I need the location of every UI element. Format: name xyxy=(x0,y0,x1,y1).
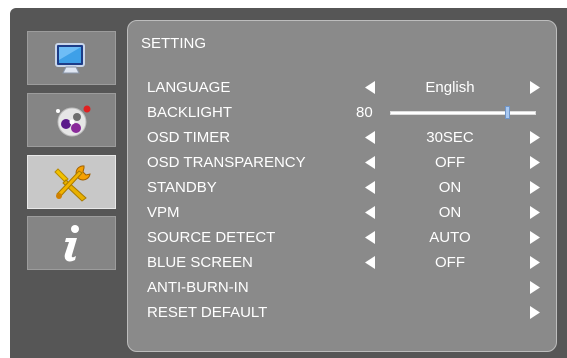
setting-row-standby[interactable]: STANDBY ON xyxy=(128,176,558,198)
arrow-right-icon[interactable] xyxy=(530,81,540,94)
setting-row-osd-timer[interactable]: OSD TIMER 30SEC xyxy=(128,126,558,148)
setting-label: LANGUAGE xyxy=(147,79,231,96)
arrow-left-icon[interactable] xyxy=(365,206,375,219)
arrow-right-icon[interactable] xyxy=(530,181,540,194)
slider-thumb[interactable] xyxy=(505,106,510,119)
osd-sidebar xyxy=(10,8,125,358)
arrow-left-icon[interactable] xyxy=(365,256,375,269)
monitor-icon xyxy=(54,43,85,74)
panel-title: SETTING xyxy=(141,35,207,52)
setting-row-anti-burn-in[interactable]: ANTI-BURN-IN xyxy=(128,276,558,298)
setting-value: English xyxy=(425,79,475,96)
setting-value: AUTO xyxy=(429,229,471,246)
setting-row-source-detect[interactable]: SOURCE DETECT AUTO xyxy=(128,226,558,248)
arrow-right-icon[interactable] xyxy=(530,231,540,244)
arrow-left-icon[interactable] xyxy=(365,81,375,94)
setting-panel: SETTING LANGUAGE English BACKLIGHT 80 OS… xyxy=(127,20,557,352)
arrow-right-icon[interactable] xyxy=(530,281,540,294)
tab-color[interactable] xyxy=(27,93,116,147)
backlight-value: 80 xyxy=(356,104,373,121)
setting-value: ON xyxy=(438,179,462,196)
setting-value: OFF xyxy=(435,254,465,271)
arrow-left-icon[interactable] xyxy=(365,231,375,244)
setting-label: ANTI-BURN-IN xyxy=(147,279,249,296)
slider-track xyxy=(390,111,536,115)
backlight-slider[interactable] xyxy=(390,106,536,119)
tab-picture[interactable] xyxy=(27,31,116,85)
arrow-left-icon[interactable] xyxy=(365,131,375,144)
tab-info[interactable] xyxy=(27,216,116,270)
setting-label: OSD TRANSPARENCY xyxy=(147,154,306,171)
setting-label: SOURCE DETECT xyxy=(147,229,276,246)
arrow-right-icon[interactable] xyxy=(530,156,540,169)
setting-row-reset-default[interactable]: RESET DEFAULT xyxy=(128,301,558,323)
info-icon xyxy=(64,225,79,262)
arrow-right-icon[interactable] xyxy=(530,206,540,219)
osd-menu: SETTING LANGUAGE English BACKLIGHT 80 OS… xyxy=(10,8,567,358)
tab-setting[interactable] xyxy=(27,155,116,209)
setting-value: OFF xyxy=(435,154,465,171)
setting-row-vpm[interactable]: VPM ON xyxy=(128,201,558,223)
wrench-screwdriver-icon xyxy=(53,165,91,202)
color-wheel-icon xyxy=(55,105,90,137)
arrow-left-icon[interactable] xyxy=(365,156,375,169)
setting-label: OSD TIMER xyxy=(147,129,231,146)
setting-value: ON xyxy=(438,204,462,221)
setting-row-osd-transparency[interactable]: OSD TRANSPARENCY OFF xyxy=(128,151,558,173)
setting-row-language[interactable]: LANGUAGE English xyxy=(128,76,558,98)
setting-label: RESET DEFAULT xyxy=(147,304,268,321)
setting-row-blue-screen[interactable]: BLUE SCREEN OFF xyxy=(128,251,558,273)
arrow-right-icon[interactable] xyxy=(530,131,540,144)
setting-label: BACKLIGHT xyxy=(147,104,233,121)
arrow-left-icon[interactable] xyxy=(365,181,375,194)
setting-label: STANDBY xyxy=(147,179,217,196)
setting-value: 30SEC xyxy=(426,129,474,146)
arrow-right-icon[interactable] xyxy=(530,256,540,269)
setting-label: BLUE SCREEN xyxy=(147,254,253,271)
setting-row-backlight[interactable]: BACKLIGHT 80 xyxy=(128,101,558,123)
setting-label: VPM xyxy=(147,204,180,221)
arrow-right-icon[interactable] xyxy=(530,306,540,319)
